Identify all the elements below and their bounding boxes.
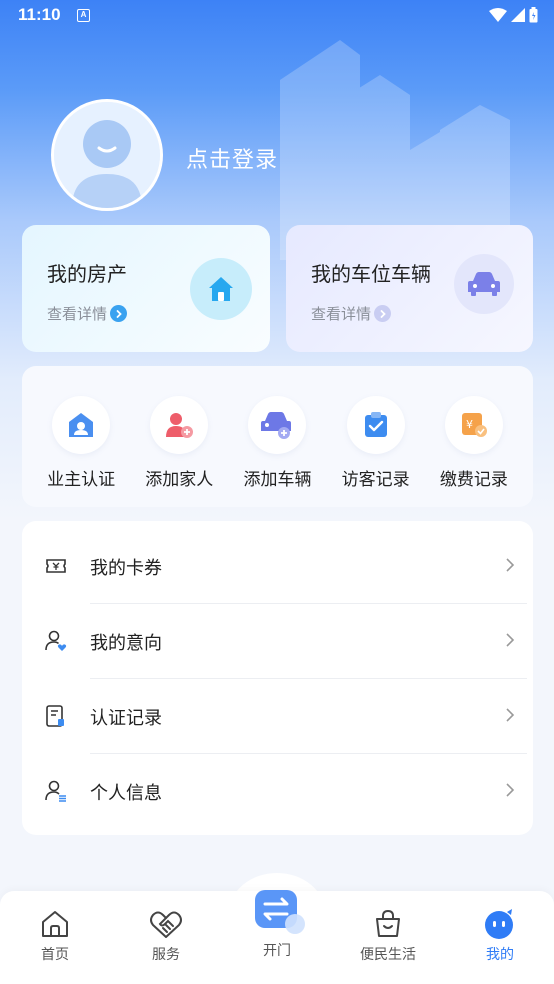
- visitor-record-label: 访客记录: [341, 470, 410, 490]
- status-bar: 11:10 A: [0, 0, 554, 32]
- profile-face-icon: [482, 906, 518, 942]
- add-family-icon: [150, 396, 209, 454]
- vehicle-details-label: 查看详情: [311, 305, 372, 323]
- tab-open-door-label: 开门: [263, 943, 291, 959]
- personal-info-icon: [45, 780, 66, 802]
- certification-record-icon: [46, 705, 64, 727]
- property-details-label: 查看详情: [47, 305, 108, 323]
- coupons-label: 我的卡券: [90, 558, 162, 579]
- tab-services-label: 服务: [152, 947, 180, 963]
- my-property-card[interactable]: 我的房产 查看详情: [22, 225, 270, 352]
- visitor-record-button[interactable]: 访客记录: [331, 366, 421, 507]
- list-item-coupons[interactable]: 我的卡券: [22, 528, 533, 603]
- quick-actions-panel: 业主认证 添加家人 添加车辆 访客记录 ¥ 缴费记录: [22, 366, 533, 507]
- owner-verify-icon: [52, 396, 111, 454]
- notification-a-icon: A: [77, 9, 90, 22]
- shopping-bag-icon: [370, 906, 406, 942]
- chevron-right-icon: [506, 708, 515, 722]
- payment-record-button[interactable]: ¥ 缴费记录: [429, 366, 519, 507]
- chevron-right-icon: [506, 633, 515, 647]
- signal-icon: [511, 8, 525, 22]
- handshake-icon: [148, 906, 184, 942]
- chevron-right-icon: [506, 783, 515, 797]
- svg-text:¥: ¥: [466, 418, 473, 431]
- menu-list: 我的卡券 我的意向 认证记录 个人信息: [22, 521, 533, 835]
- add-vehicle-button[interactable]: 添加车辆: [232, 366, 322, 507]
- add-family-button[interactable]: 添加家人: [134, 366, 224, 507]
- chevron-right-icon: [506, 558, 515, 572]
- car-icon: [454, 254, 514, 314]
- list-item-personal-info[interactable]: 个人信息: [22, 753, 533, 828]
- my-property-title: 我的房产: [47, 262, 127, 286]
- tab-services[interactable]: 服务: [126, 906, 206, 964]
- chevron-right-icon: [374, 305, 392, 322]
- tab-open-door[interactable]: 开门: [237, 884, 317, 960]
- certification-records-label: 认证记录: [90, 708, 162, 729]
- vehicle-details-link[interactable]: 查看详情: [311, 303, 392, 324]
- battery-icon: [529, 7, 538, 23]
- tab-convenience-life[interactable]: 便民生活: [348, 906, 428, 964]
- owner-verify-label: 业主认证: [47, 470, 116, 490]
- tab-home-label: 首页: [41, 947, 69, 963]
- payment-record-icon: ¥: [444, 396, 503, 454]
- visitor-record-icon: [346, 396, 405, 454]
- status-time: 11:10: [18, 5, 61, 24]
- list-item-intentions[interactable]: 我的意向: [22, 603, 533, 678]
- add-family-label: 添加家人: [145, 470, 214, 490]
- default-avatar-icon: [54, 102, 160, 208]
- avatar[interactable]: [51, 99, 163, 211]
- tab-mine[interactable]: 我的: [460, 906, 540, 964]
- my-parking-vehicle-title: 我的车位车辆: [311, 262, 431, 286]
- my-parking-vehicle-card[interactable]: 我的车位车辆 查看详情: [286, 225, 533, 352]
- wifi-icon: [489, 8, 507, 22]
- home-icon: [37, 906, 73, 942]
- coupon-icon: [46, 559, 66, 573]
- tab-convenience-life-label: 便民生活: [360, 947, 416, 963]
- add-vehicle-label: 添加车辆: [243, 470, 312, 490]
- intentions-label: 我的意向: [90, 633, 162, 654]
- property-details-link[interactable]: 查看详情: [47, 303, 128, 324]
- payment-record-label: 缴费记录: [439, 470, 508, 490]
- chevron-right-icon: [110, 305, 128, 322]
- buildings-decoration: [280, 40, 510, 260]
- house-icon: [190, 258, 252, 320]
- door-open-icon: [251, 884, 305, 934]
- intention-icon: [45, 630, 67, 651]
- owner-verify-button[interactable]: 业主认证: [36, 366, 126, 507]
- add-vehicle-icon: [248, 396, 307, 454]
- personal-info-label: 个人信息: [90, 783, 162, 804]
- list-item-certification-records[interactable]: 认证记录: [22, 678, 533, 753]
- tab-home[interactable]: 首页: [15, 906, 95, 964]
- tab-mine-label: 我的: [486, 947, 514, 963]
- login-link[interactable]: 点击登录: [186, 142, 278, 174]
